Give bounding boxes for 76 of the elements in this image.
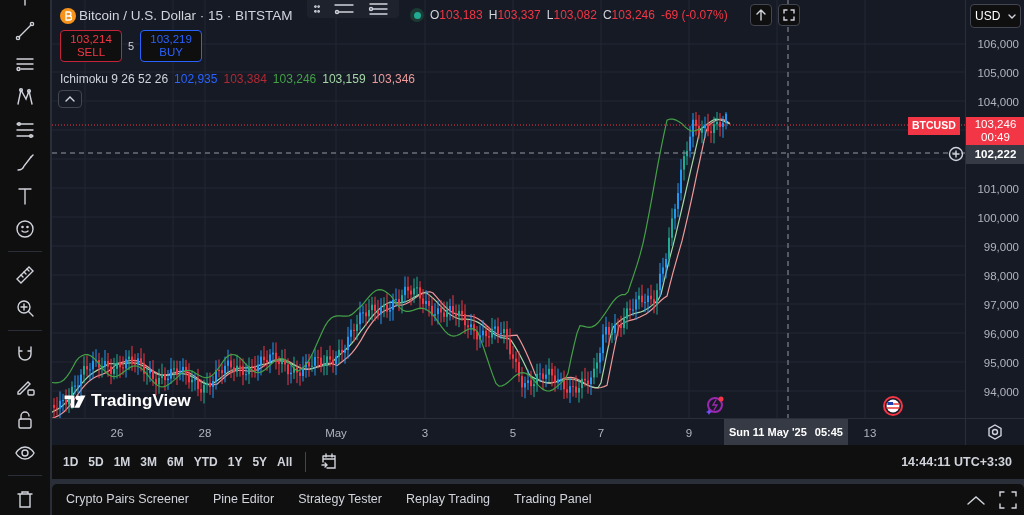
market-status-dot: [410, 8, 424, 22]
tradingview-logo-icon: [62, 392, 88, 409]
indicator-value: 103,159: [322, 71, 366, 88]
panel-tab[interactable]: Strategy Tester: [286, 490, 394, 510]
clock-timezone[interactable]: 14:44:11 UTC+3:30: [901, 452, 1018, 472]
price-tick: 94,000: [982, 385, 1020, 400]
range-button[interactable]: 1D: [58, 453, 84, 472]
panel-tab[interactable]: Crypto Pairs Screener: [54, 490, 201, 510]
bitcoin-logo-icon: [60, 8, 76, 25]
price-tick: 106,000: [976, 37, 1020, 52]
currency-dropdown[interactable]: USD: [970, 4, 1021, 28]
price-change: -69 (-0.07%): [660, 7, 728, 24]
time-tick: 13: [863, 426, 877, 441]
time-tick: 3: [421, 426, 429, 441]
indicator-name: Ichimoku 9 26 52 26: [60, 71, 169, 88]
horizontal-line-icon[interactable]: [333, 2, 355, 16]
indicator-value: 102,935: [174, 71, 218, 88]
horizontal-lines-icon[interactable]: [367, 2, 389, 16]
price-tick: 98,000: [982, 269, 1020, 284]
time-tick: 7: [597, 426, 605, 441]
logo-text: TradingView: [91, 390, 191, 412]
range-button[interactable]: 5Y: [247, 453, 273, 472]
price-tick: 100,000: [976, 211, 1020, 226]
price-tick: 101,000: [976, 182, 1020, 197]
range-button[interactable]: YTD: [188, 453, 223, 472]
price-tick: 95,000: [982, 356, 1020, 371]
time-tick: 5: [509, 426, 517, 441]
fullscreen-icon: [782, 8, 796, 22]
price-tick: 97,000: [982, 298, 1020, 313]
scroll-up-button[interactable]: [750, 4, 772, 26]
price-tick: 104,000: [976, 95, 1020, 110]
ohlc-value: L103,082: [546, 7, 597, 24]
price-tick: 105,000: [976, 66, 1020, 81]
chevron-down-icon: [1008, 12, 1016, 20]
panel-tab[interactable]: Trading Panel: [502, 490, 604, 510]
sell-button[interactable]: 103,214 SELL: [60, 30, 122, 62]
range-button[interactable]: 3M: [135, 453, 163, 472]
price-tick: 96,000: [982, 327, 1020, 342]
ohlc-value: C103,246: [602, 7, 655, 24]
time-tick: May: [325, 426, 347, 441]
crosshair-date: Sun 11 May '25: [729, 424, 807, 440]
ohlc-value: H103,337: [488, 7, 541, 24]
panel-tab[interactable]: Replay Trading: [393, 490, 503, 510]
arrow-up-icon: [754, 8, 768, 22]
us-flag-icon: [883, 396, 903, 416]
fullscreen-button[interactable]: [778, 4, 800, 26]
range-button[interactable]: 6M: [162, 453, 189, 472]
chevron-up-icon: [64, 94, 76, 104]
maximize-icon: [998, 489, 1018, 510]
settings-icon[interactable]: [987, 424, 1003, 440]
drag-handle-icon: [313, 3, 321, 15]
ohlc-value: O103,183: [430, 7, 483, 24]
range-button[interactable]: All: [272, 453, 298, 472]
chevron-up-icon: [966, 494, 986, 507]
range-button[interactable]: 1Y: [222, 453, 248, 472]
symbol-label: BTCUSD: [908, 117, 960, 135]
maximize-panel-button[interactable]: [998, 489, 1018, 510]
collapse-button[interactable]: [58, 90, 82, 108]
indicator-value: 103,246: [272, 71, 317, 88]
crosshair-time: 05:45: [814, 424, 843, 440]
chart-title: Bitcoin / U.S. Dollar · 15 · BITSTAM: [79, 7, 293, 25]
crosshair-price: 102,222: [966, 145, 1024, 165]
add-alert-icon[interactable]: [948, 146, 964, 162]
last-price: 103,246: [973, 118, 1018, 131]
time-tick: 28: [198, 426, 212, 441]
range-button[interactable]: 1M: [108, 453, 136, 472]
bar-countdown: 00:49: [980, 131, 1011, 144]
panel-tab[interactable]: Pine Editor: [200, 490, 287, 510]
price-tick: 99,000: [982, 240, 1020, 255]
time-tick: 26: [110, 426, 124, 441]
time-tick: 9: [685, 426, 693, 441]
indicator-value: 103,384: [223, 71, 267, 88]
indicator-value: 103,346: [371, 71, 416, 88]
range-button[interactable]: 5D: [83, 453, 109, 472]
buy-button[interactable]: 103,219 BUY: [140, 30, 203, 62]
spread-value: 5: [128, 38, 135, 54]
